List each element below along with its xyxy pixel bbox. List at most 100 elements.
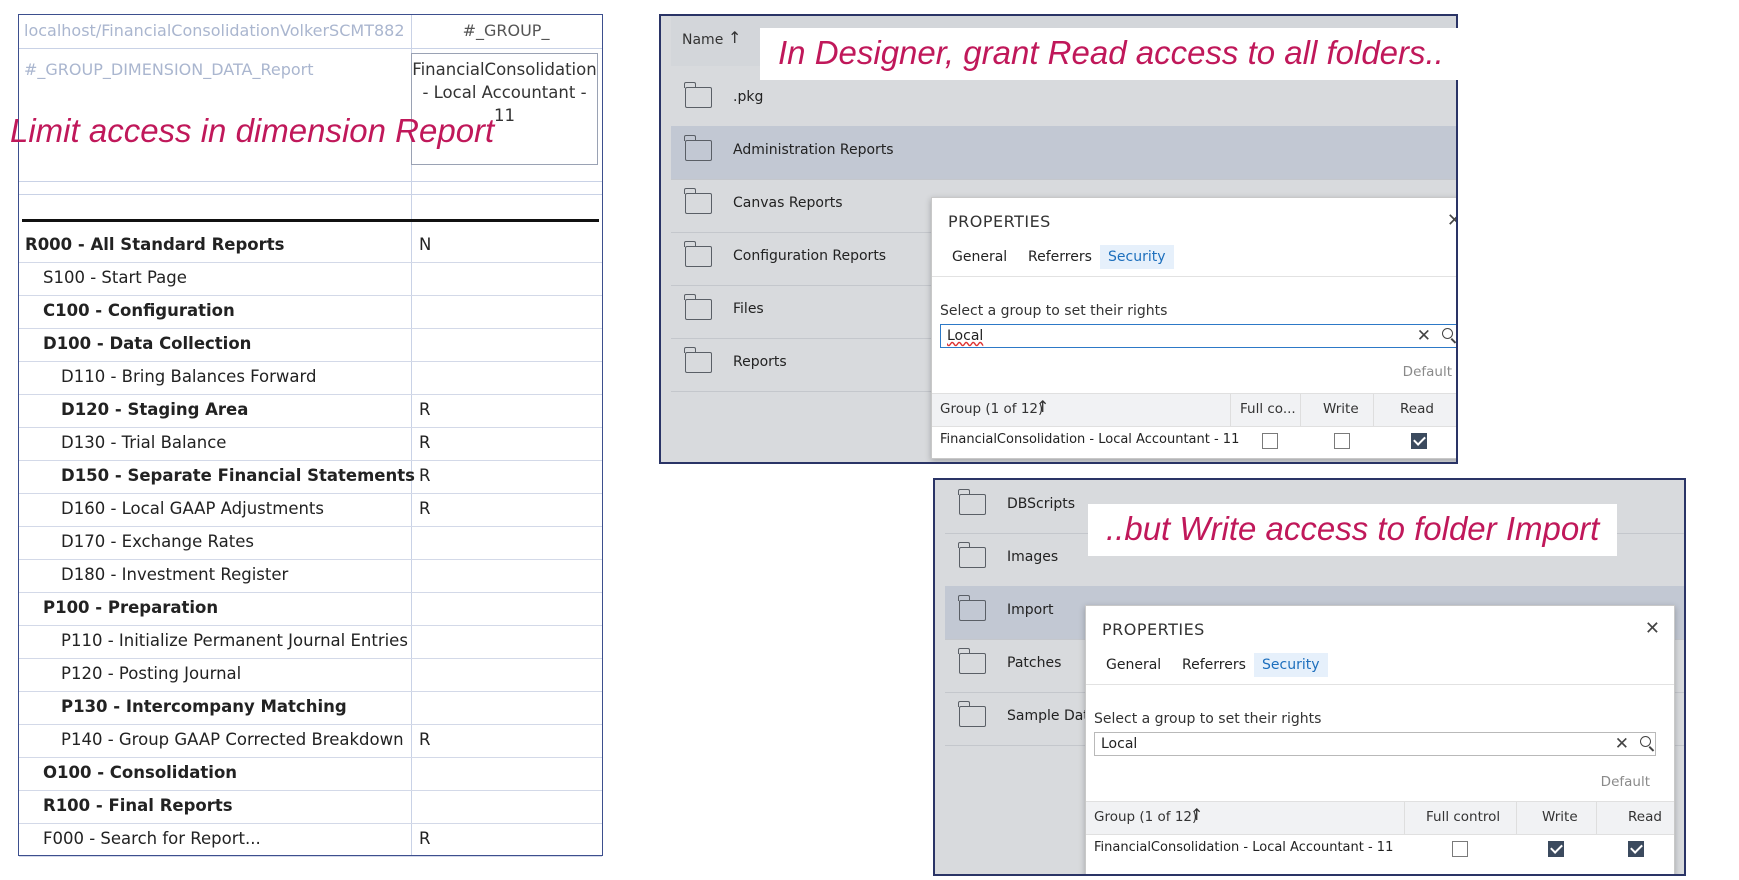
properties-tabs: General Referrers Security bbox=[932, 238, 1456, 277]
read-checkbox[interactable] bbox=[1411, 433, 1427, 449]
write-column-header: Write bbox=[1323, 401, 1359, 417]
folder-name: .pkg bbox=[733, 89, 764, 105]
sort-arrow-icon[interactable]: ↑ bbox=[1036, 397, 1049, 416]
report-row-label: R000 - All Standard Reports bbox=[25, 235, 285, 254]
tab-security[interactable]: Security bbox=[1254, 653, 1328, 677]
read-column-header: Read bbox=[1628, 809, 1662, 825]
folder-icon bbox=[684, 347, 712, 373]
folder-name: Reports bbox=[733, 354, 787, 370]
read-column-header: Read bbox=[1400, 401, 1434, 417]
report-row-access-value[interactable]: R bbox=[411, 400, 609, 419]
group-search-input[interactable]: Local ✕ bbox=[1094, 732, 1656, 756]
folder-icon bbox=[958, 595, 986, 621]
report-row-label: D100 - Data Collection bbox=[43, 334, 252, 353]
report-row[interactable]: P120 - Posting Journal bbox=[19, 658, 602, 692]
report-row[interactable]: F000 - Search for Report... R bbox=[19, 823, 602, 857]
report-row[interactable]: P140 - Group GAAP Corrected Breakdown R bbox=[19, 724, 602, 758]
folder-icon bbox=[684, 294, 712, 320]
folder-icon bbox=[684, 82, 712, 108]
folder-name: Canvas Reports bbox=[733, 195, 843, 211]
report-row[interactable]: C100 - Configuration bbox=[19, 295, 602, 329]
report-row-label: D130 - Trial Balance bbox=[61, 433, 227, 452]
header-divider bbox=[19, 48, 602, 49]
tab-general[interactable]: General bbox=[944, 245, 1015, 269]
report-row[interactable]: D100 - Data Collection bbox=[19, 328, 602, 362]
report-row[interactable]: O100 - Consolidation bbox=[19, 757, 602, 791]
search-icon[interactable] bbox=[1640, 736, 1651, 747]
group-name: FinancialConsolidation - Local Accountan… bbox=[1094, 840, 1394, 855]
full-control-checkbox[interactable] bbox=[1262, 433, 1278, 449]
group-column-header[interactable]: Group (1 of 12) bbox=[940, 401, 1043, 417]
search-icon[interactable] bbox=[1442, 328, 1453, 339]
folder-row[interactable]: .pkg bbox=[671, 73, 1456, 127]
report-row[interactable]: D110 - Bring Balances Forward bbox=[19, 361, 602, 395]
report-row[interactable]: D150 - Separate Financial Statements R bbox=[19, 460, 602, 494]
tab-referrers[interactable]: Referrers bbox=[1174, 653, 1254, 677]
report-row[interactable]: D180 - Investment Register bbox=[19, 559, 602, 593]
properties-title: PROPERTIES bbox=[1102, 620, 1205, 639]
report-row[interactable]: S100 - Start Page bbox=[19, 262, 602, 296]
report-row[interactable]: D170 - Exchange Rates bbox=[19, 526, 602, 560]
clear-icon[interactable]: ✕ bbox=[1417, 326, 1431, 346]
report-row-access-value[interactable]: N bbox=[411, 235, 609, 254]
close-icon[interactable]: ✕ bbox=[1447, 210, 1456, 231]
report-row[interactable]: R000 - All Standard Reports N bbox=[19, 229, 602, 263]
folder-name: Administration Reports bbox=[733, 142, 894, 158]
report-row[interactable]: P110 - Initialize Permanent Journal Entr… bbox=[19, 625, 602, 659]
default-button[interactable]: Default bbox=[1403, 364, 1452, 380]
spacer-line bbox=[19, 194, 602, 195]
report-row-access-value[interactable]: R bbox=[411, 499, 609, 518]
folder-name: Files bbox=[733, 301, 764, 317]
sort-arrow-icon[interactable]: ↑ bbox=[1190, 805, 1203, 824]
close-icon[interactable]: ✕ bbox=[1645, 618, 1660, 639]
full-control-checkbox[interactable] bbox=[1452, 841, 1468, 857]
tab-general[interactable]: General bbox=[1098, 653, 1169, 677]
report-row-label: D160 - Local GAAP Adjustments bbox=[61, 499, 324, 518]
callout-read-access: In Designer, grant Read access to all fo… bbox=[760, 28, 1462, 80]
report-row-access-value[interactable]: R bbox=[411, 466, 609, 485]
group-row[interactable]: FinancialConsolidation - Local Accountan… bbox=[1086, 834, 1674, 864]
column-separator bbox=[1373, 394, 1374, 426]
read-checkbox[interactable] bbox=[1628, 841, 1644, 857]
callout-limit-access: Limit access in dimension Report bbox=[10, 112, 495, 149]
tab-security[interactable]: Security bbox=[1100, 245, 1174, 269]
clear-icon[interactable]: ✕ bbox=[1615, 734, 1629, 754]
group-header: #_GROUP_ bbox=[462, 21, 550, 40]
report-row-label: O100 - Consolidation bbox=[43, 763, 238, 782]
tab-referrers[interactable]: Referrers bbox=[1020, 245, 1100, 269]
report-row-access-value[interactable]: R bbox=[411, 730, 609, 749]
group-search-input[interactable]: Local ✕ bbox=[940, 324, 1456, 348]
report-row[interactable]: R100 - Final Reports bbox=[19, 790, 602, 824]
group-column-header[interactable]: Group (1 of 12) bbox=[1094, 809, 1197, 825]
folder-row[interactable]: Administration Reports bbox=[671, 126, 1456, 180]
report-row-access-value[interactable]: R bbox=[411, 433, 609, 452]
full-control-column-header: Full control bbox=[1426, 809, 1501, 825]
write-checkbox[interactable] bbox=[1548, 841, 1564, 857]
group-row[interactable]: FinancialConsolidation - Local Accountan… bbox=[932, 426, 1456, 456]
properties-panel: PROPERTIES ✕ General Referrers Security … bbox=[931, 197, 1456, 459]
report-row[interactable]: D130 - Trial Balance R bbox=[19, 427, 602, 461]
folder-icon bbox=[958, 542, 986, 568]
properties-panel: PROPERTIES ✕ General Referrers Security … bbox=[1085, 605, 1675, 874]
write-column-header: Write bbox=[1542, 809, 1578, 825]
default-button[interactable]: Default bbox=[1601, 774, 1650, 790]
sort-arrow-icon[interactable]: ↑ bbox=[728, 28, 741, 47]
name-column-header[interactable]: Name bbox=[682, 32, 723, 48]
report-row[interactable]: P130 - Intercompany Matching bbox=[19, 691, 602, 725]
folder-icon bbox=[684, 241, 712, 267]
callout-write-access: ..but Write access to folder Import bbox=[1088, 504, 1618, 556]
report-row-access-value[interactable]: R bbox=[411, 829, 609, 848]
report-row-label: P140 - Group GAAP Corrected Breakdown bbox=[61, 730, 404, 749]
report-row[interactable]: P100 - Preparation bbox=[19, 592, 602, 626]
report-row-label: P120 - Posting Journal bbox=[61, 664, 242, 683]
search-value: Local bbox=[947, 328, 984, 344]
write-checkbox[interactable] bbox=[1334, 433, 1350, 449]
report-row-label: P130 - Intercompany Matching bbox=[61, 697, 347, 716]
folder-icon bbox=[958, 489, 986, 515]
column-separator bbox=[1404, 802, 1405, 834]
url-header: localhost/FinancialConsolidationVolkerSC… bbox=[24, 21, 405, 40]
report-row[interactable]: D160 - Local GAAP Adjustments R bbox=[19, 493, 602, 527]
column-separator bbox=[1230, 394, 1231, 426]
column-separator bbox=[1516, 802, 1517, 834]
report-row[interactable]: D120 - Staging Area R bbox=[19, 394, 602, 428]
